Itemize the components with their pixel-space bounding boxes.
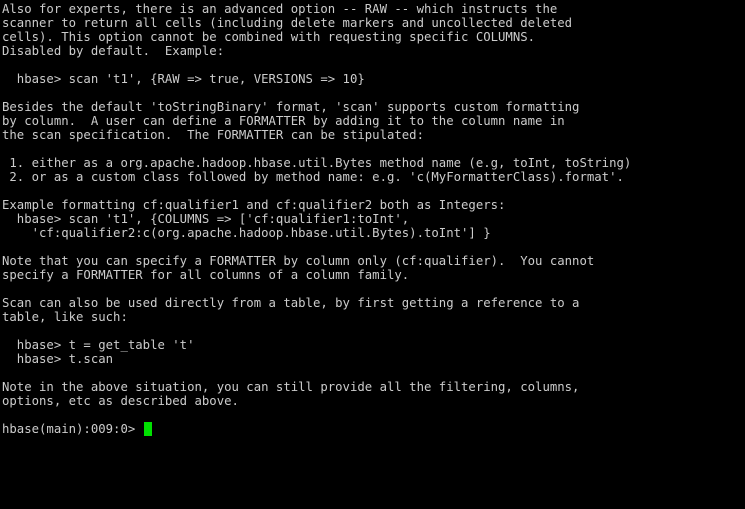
- terminal-output: Also for experts, there is an advanced o…: [2, 2, 745, 422]
- terminal-prompt-line[interactable]: hbase(main):009:0>: [2, 422, 745, 436]
- terminal-line: the scan specification. The FORMATTER ca…: [2, 128, 424, 142]
- terminal-line: scanner to return all cells (including d…: [2, 16, 573, 30]
- terminal-line: Note that you can specify a FORMATTER by…: [2, 254, 595, 268]
- terminal-line: hbase> scan 't1', {RAW => true, VERSIONS…: [2, 72, 365, 86]
- terminal-line: hbase> t.scan: [2, 352, 114, 366]
- terminal-line: cells). This option cannot be combined w…: [2, 30, 536, 44]
- terminal-line: Disabled by default. Example:: [2, 44, 225, 58]
- text-cursor[interactable]: [143, 422, 152, 436]
- terminal-window[interactable]: Also for experts, there is an advanced o…: [0, 0, 745, 509]
- terminal-line: Scan can also be used directly from a ta…: [2, 296, 580, 310]
- terminal-line: hbase> scan 't1', {COLUMNS => ['cf:quali…: [2, 212, 410, 226]
- shell-prompt: hbase(main):009:0>: [2, 422, 143, 436]
- terminal-line: Note in the above situation, you can sti…: [2, 380, 580, 394]
- terminal-line: hbase> t = get_table 't': [2, 338, 195, 352]
- terminal-line: options, etc as described above.: [2, 394, 239, 408]
- terminal-line: Besides the default 'toStringBinary' for…: [2, 100, 580, 114]
- terminal-line: 'cf:qualifier2:c(org.apache.hadoop.hbase…: [2, 226, 491, 240]
- terminal-line: Also for experts, there is an advanced o…: [2, 2, 558, 16]
- terminal-line: by column. A user can define a FORMATTER…: [2, 114, 565, 128]
- terminal-line: 1. either as a org.apache.hadoop.hbase.u…: [2, 156, 632, 170]
- terminal-line: specify a FORMATTER for all columns of a…: [2, 268, 410, 282]
- terminal-line: 2. or as a custom class followed by meth…: [2, 170, 624, 184]
- terminal-line: table, like such:: [2, 310, 128, 324]
- terminal-line: Example formatting cf:qualifier1 and cf:…: [2, 198, 506, 212]
